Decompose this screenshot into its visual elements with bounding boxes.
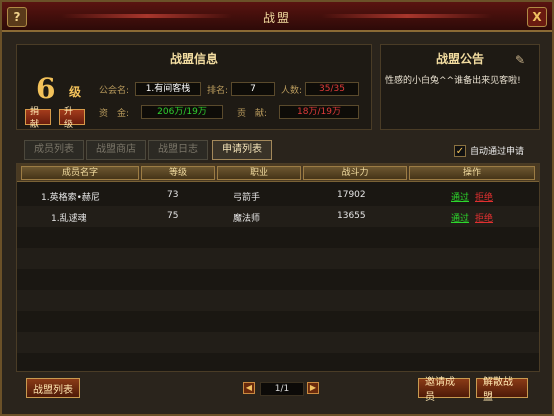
contribution-label: 贡 献: [237,109,268,119]
guild-info-panel: 战盟信息 6 级 捐献 升级 公会名: 1.有间客栈 排名: 7 人数: 35/… [16,44,372,130]
guild-window: 战盟 ? X 战盟信息 6 级 捐献 升级 公会名: 1.有间客栈 排名: 7 … [0,0,554,416]
guild-list-button[interactable]: 战盟列表 [26,378,80,398]
funds-value: 206万/19万 [141,105,223,119]
table-row-empty [17,290,539,311]
title-bar: 战盟 ? X [2,2,552,32]
tab-member-list[interactable]: 成员列表 [24,140,84,160]
help-button[interactable]: ? [7,7,27,27]
tab-guild-log[interactable]: 战盟日志 [148,140,208,160]
guild-name-value: 1.有间客栈 [135,82,201,96]
accept-link[interactable]: 通过 [451,190,469,203]
table-row-empty [17,248,539,269]
rank-label: 排名: [207,86,229,96]
table-header: 成员名字 等级 职业 战斗力 操作 [17,164,539,182]
auto-accept-label: 自动通过申请 [470,147,525,157]
header-power: 战斗力 [303,166,407,180]
edit-icon[interactable]: ✎ [515,53,529,67]
next-page-icon[interactable]: ▶ [307,382,319,394]
accept-link[interactable]: 通过 [451,211,469,224]
guild-notice-panel: 战盟公告 ✎ 性感的小白兔^^谁备出来见客啦! [380,44,540,130]
guild-notice-text: 性感的小白兔^^谁备出来见客啦! [385,76,521,86]
window-title: 战盟 [262,11,291,25]
table-row-empty [17,269,539,290]
member-power: 17902 [337,190,366,200]
guild-name-label: 公会名: [99,86,130,96]
member-name: 1.乱逑魂 [51,214,87,224]
header-member-name: 成员名字 [21,166,139,180]
table-row: 1.英格索•赫尼 73 弓箭手 17902 通过 拒绝 [17,185,539,206]
application-table: 成员名字 等级 职业 战斗力 操作 1.英格索•赫尼 73 弓箭手 17902 … [16,163,540,372]
donate-button[interactable]: 捐献 [25,107,51,130]
rank-value: 7 [231,82,275,96]
header-actions: 操作 [409,166,535,180]
header-job: 职业 [217,166,301,180]
page-indicator: 1/1 [260,382,304,396]
prev-page-icon[interactable]: ◀ [243,382,255,394]
header-level: 等级 [141,166,215,180]
funds-label: 资 金: [99,109,130,119]
table-row-empty [17,332,539,353]
tab-guild-shop[interactable]: 战盟商店 [86,140,146,160]
invite-member-button[interactable]: 邀请成员 [418,377,470,403]
member-name: 1.英格索•赫尼 [41,193,100,203]
guild-level-unit: 级 [69,85,82,99]
close-button[interactable]: X [527,7,547,27]
member-job: 魔法师 [233,214,261,224]
contribution-value: 18万/19万 [279,105,359,119]
tab-application-list[interactable]: 申请列表 [212,140,272,160]
guild-info-title: 战盟信息 [169,52,218,66]
reject-link[interactable]: 拒绝 [475,211,493,224]
table-row-empty [17,311,539,332]
member-job: 弓箭手 [233,193,261,203]
member-power: 13655 [337,211,366,221]
members-value: 35/35 [305,82,359,96]
guild-level: 6 [36,72,56,105]
disband-guild-button[interactable]: 解散战盟 [476,377,528,403]
members-label: 人数: [281,86,303,96]
reject-link[interactable]: 拒绝 [475,190,493,203]
upgrade-button[interactable]: 升级 [59,107,85,130]
member-level: 73 [167,190,179,200]
table-row: 1.乱逑魂 75 魔法师 13655 通过 拒绝 [17,206,539,227]
auto-accept-option[interactable]: ✓ 自动通过申请 [454,144,524,157]
auto-accept-checkbox[interactable]: ✓ [454,144,466,157]
table-row-empty [17,227,539,248]
member-level: 75 [167,211,179,221]
